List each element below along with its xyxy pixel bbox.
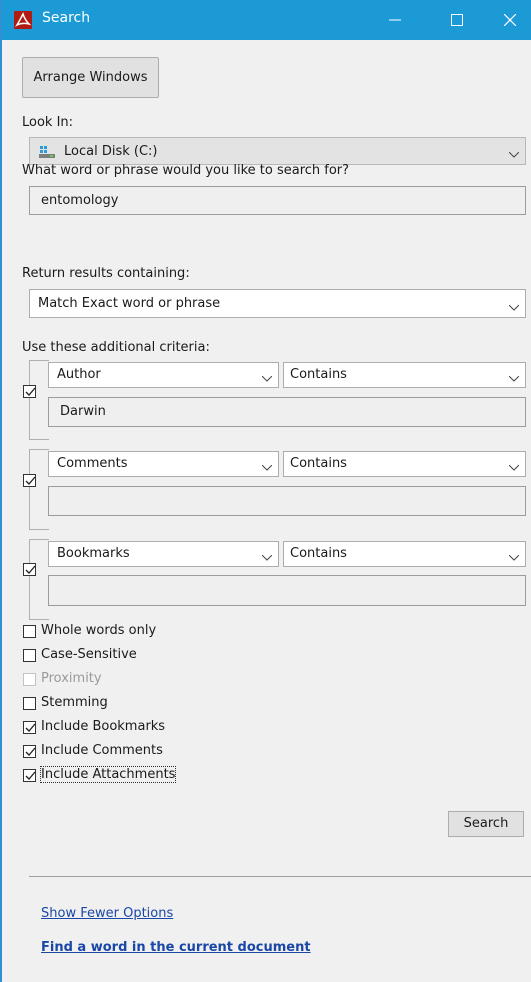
criteria-2-operator: Contains	[290, 456, 347, 471]
close-button[interactable]	[487, 0, 531, 40]
criteria-3-operator-dropdown[interactable]: Contains	[283, 541, 526, 567]
criteria-2-value-input[interactable]	[48, 486, 526, 516]
criteria-2-field-dropdown[interactable]: Comments	[48, 451, 279, 477]
criteria-1-checkbox[interactable]	[23, 385, 36, 398]
criteria-2-checkbox[interactable]	[23, 474, 36, 487]
checkmark-icon	[25, 747, 36, 756]
title-bar: Search	[2, 0, 531, 40]
return-results-value: Match Exact word or phrase	[38, 296, 221, 311]
include-comments-checkbox[interactable]	[23, 745, 36, 758]
return-results-dropdown[interactable]: Match Exact word or phrase	[29, 289, 526, 318]
minimize-button[interactable]	[372, 0, 418, 40]
criteria-1-field: Author	[57, 367, 101, 382]
checkmark-icon	[25, 565, 36, 574]
stemming-checkbox[interactable]	[23, 697, 36, 710]
include-bookmarks-checkbox[interactable]	[23, 721, 36, 734]
criteria-1-value: Darwin	[60, 404, 106, 419]
criteria-1-operator: Contains	[290, 367, 347, 382]
criteria-1-value-input[interactable]: Darwin	[48, 397, 526, 427]
checkmark-icon	[25, 387, 36, 396]
arrange-windows-button[interactable]: Arrange Windows	[22, 57, 159, 98]
stemming-label[interactable]: Stemming	[41, 695, 108, 710]
chevron-down-icon	[261, 550, 273, 565]
criteria-label: Use these additional criteria:	[22, 340, 210, 355]
checkmark-icon	[25, 771, 36, 780]
maximize-button[interactable]	[434, 0, 480, 40]
criteria-3-checkbox[interactable]	[23, 563, 36, 576]
chevron-down-icon	[261, 371, 273, 386]
criteria-bracket	[29, 449, 49, 530]
window-title: Search	[42, 10, 91, 26]
results-label: Return results containing:	[22, 266, 190, 281]
include-bookmarks-label[interactable]: Include Bookmarks	[41, 719, 165, 734]
criteria-bracket	[29, 539, 49, 620]
look-in-label: Look In:	[22, 115, 74, 130]
drive-icon	[39, 145, 55, 163]
look-in-value: Local Disk (C:)	[64, 144, 158, 159]
minimize-icon	[389, 19, 401, 21]
criteria-3-value-input[interactable]	[48, 575, 526, 606]
chevron-down-icon	[508, 460, 520, 475]
whole-words-checkbox[interactable]	[23, 625, 36, 638]
proximity-label: Proximity	[41, 671, 102, 686]
search-query-value: entomology	[41, 193, 119, 208]
show-fewer-options-link[interactable]: Show Fewer Options	[41, 906, 173, 921]
criteria-1-operator-dropdown[interactable]: Contains	[283, 362, 526, 388]
chevron-down-icon	[508, 550, 520, 565]
case-sensitive-label[interactable]: Case-Sensitive	[41, 647, 137, 662]
criteria-3-field-dropdown[interactable]: Bookmarks	[48, 541, 279, 567]
criteria-3-field: Bookmarks	[57, 546, 130, 561]
include-attachments-label[interactable]: Include Attachments	[39, 766, 177, 783]
find-in-document-link[interactable]: Find a word in the current document	[41, 940, 311, 955]
divider	[29, 876, 531, 877]
query-label: What word or phrase would you like to se…	[22, 163, 350, 178]
criteria-3-operator: Contains	[290, 546, 347, 561]
include-attachments-checkbox[interactable]	[23, 769, 36, 782]
chevron-down-icon	[261, 460, 273, 475]
checkmark-icon	[25, 723, 36, 732]
chevron-down-icon	[508, 371, 520, 386]
chevron-down-icon	[508, 147, 520, 162]
case-sensitive-checkbox[interactable]	[23, 649, 36, 662]
search-button[interactable]: Search	[448, 811, 524, 837]
chevron-down-icon	[508, 300, 520, 315]
search-window: Search Arrange Windows Look In: Local Di…	[0, 0, 531, 982]
criteria-2-field: Comments	[57, 456, 128, 471]
whole-words-label[interactable]: Whole words only	[41, 623, 156, 638]
look-in-dropdown[interactable]: Local Disk (C:)	[29, 137, 526, 165]
acrobat-icon	[14, 11, 32, 29]
criteria-2-operator-dropdown[interactable]: Contains	[283, 451, 526, 477]
maximize-icon	[451, 14, 463, 26]
criteria-bracket	[29, 360, 49, 440]
criteria-1-field-dropdown[interactable]: Author	[48, 362, 279, 388]
proximity-checkbox	[23, 673, 36, 686]
include-comments-label[interactable]: Include Comments	[41, 743, 163, 758]
search-query-input[interactable]: entomology	[29, 186, 526, 215]
close-icon	[504, 14, 516, 26]
checkmark-icon	[25, 476, 36, 485]
